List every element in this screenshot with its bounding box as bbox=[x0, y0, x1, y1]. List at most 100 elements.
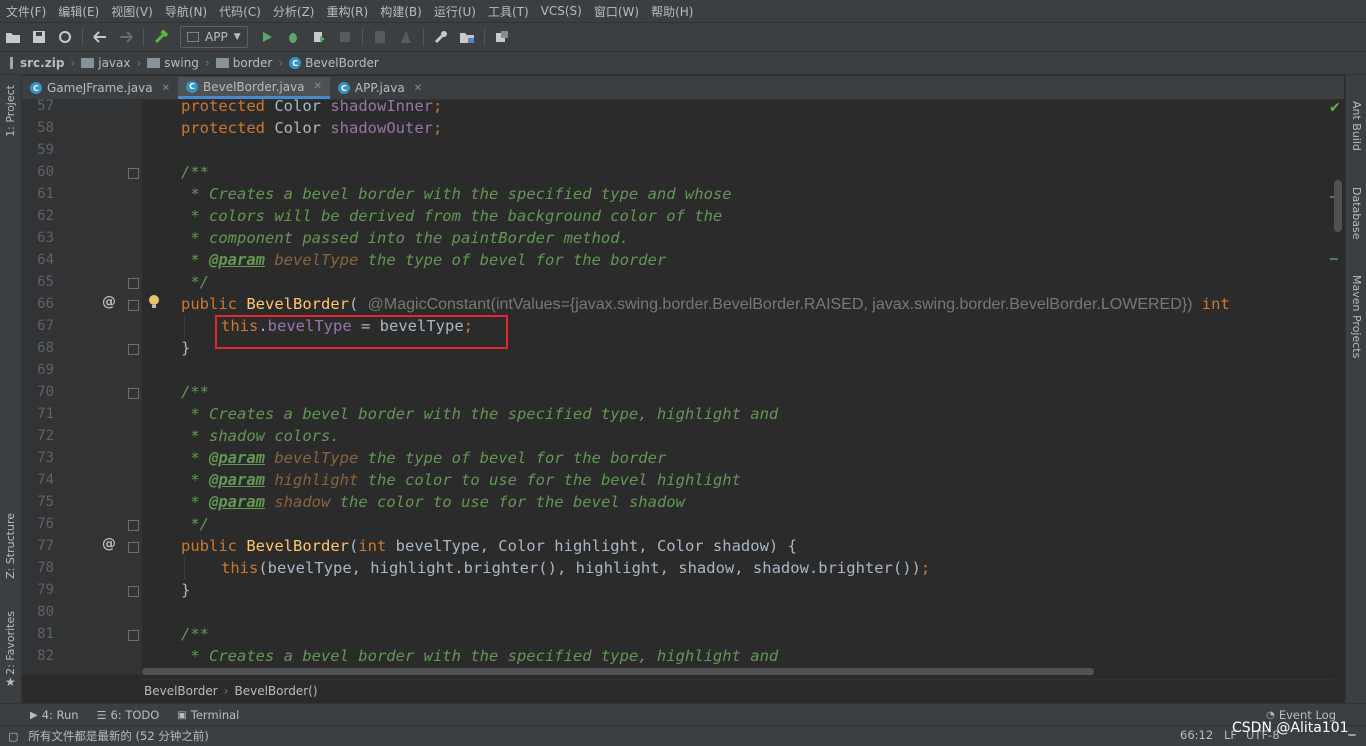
structure-tool-button[interactable]: Z: Structure bbox=[4, 513, 17, 579]
change-marker bbox=[1330, 258, 1338, 260]
debug-bug-icon[interactable] bbox=[282, 26, 304, 48]
override-marker-icon[interactable]: @ bbox=[102, 536, 116, 552]
menu-help[interactable]: 帮助(H) bbox=[645, 3, 699, 20]
token: ; bbox=[920, 559, 931, 577]
fold-marker[interactable] bbox=[128, 168, 139, 179]
line-number: 73 bbox=[37, 450, 54, 466]
folder-icon bbox=[215, 58, 229, 68]
menu-build[interactable]: 构建(B) bbox=[374, 3, 428, 20]
nav-item-bevelborder[interactable]: C BevelBorder bbox=[285, 56, 383, 70]
project-structure-icon[interactable] bbox=[369, 26, 391, 48]
menu-run[interactable]: 运行(U) bbox=[428, 3, 482, 20]
fold-marker[interactable] bbox=[128, 586, 139, 597]
menu-vcs[interactable]: VCS(S) bbox=[535, 4, 588, 18]
menu-bar: 文件(F) 编辑(E) 视图(V) 导航(N) 代码(C) 分析(Z) 重构(R… bbox=[0, 0, 1366, 23]
indent-guide bbox=[184, 557, 185, 579]
token: the type of bevel for the border bbox=[358, 449, 667, 467]
menu-navigate[interactable]: 导航(N) bbox=[159, 3, 213, 20]
terminal-tool-button[interactable]: ▣ Terminal bbox=[168, 708, 248, 722]
close-icon[interactable]: ✕ bbox=[314, 81, 322, 92]
token: @param bbox=[209, 251, 265, 269]
vcs-icon[interactable] bbox=[491, 26, 513, 48]
vertical-scrollbar[interactable] bbox=[1334, 180, 1342, 232]
favorites-tool-button[interactable]: 2: Favorites bbox=[4, 611, 17, 675]
fold-marker[interactable] bbox=[128, 344, 139, 355]
close-icon[interactable]: ✕ bbox=[162, 83, 170, 94]
run-configuration-select[interactable]: APP ▼ bbox=[180, 26, 248, 48]
nav-item-border[interactable]: border bbox=[212, 56, 277, 70]
line-number: 64 bbox=[37, 252, 54, 268]
nav-item-javax[interactable]: javax bbox=[77, 56, 134, 70]
fold-marker[interactable] bbox=[128, 388, 139, 399]
database-tool-button[interactable]: Database bbox=[1350, 187, 1363, 240]
status-bar: ▢ 所有文件都是最新的 (52 分钟之前) 66:12 LF UTF-8 CSD… bbox=[0, 720, 1366, 746]
token: BevelBorder bbox=[246, 537, 349, 555]
navigation-bar: src.zip › javax › swing › border › C Beve… bbox=[0, 52, 1366, 75]
horizontal-scrollbar[interactable] bbox=[142, 668, 1094, 675]
token: ; bbox=[432, 97, 443, 115]
project-tool-button[interactable]: 1: Project bbox=[4, 85, 17, 137]
token: @param bbox=[209, 471, 265, 489]
sdk-icon[interactable] bbox=[395, 26, 417, 48]
layout-toggle-icon[interactable]: ▢ bbox=[0, 730, 18, 743]
fold-marker[interactable] bbox=[128, 520, 139, 531]
line-number: 59 bbox=[37, 142, 54, 158]
code-breadcrumb: BevelBorder › BevelBorder() bbox=[142, 679, 1335, 702]
fold-marker[interactable] bbox=[128, 630, 139, 641]
caret-position[interactable]: 66:12 bbox=[1180, 728, 1213, 742]
code-line-64: * @param bevelType the type of bevel for… bbox=[181, 249, 666, 271]
close-icon[interactable]: ✕ bbox=[414, 83, 422, 94]
fold-marker[interactable] bbox=[128, 542, 139, 553]
fold-marker[interactable] bbox=[128, 300, 139, 311]
chevron-right-icon: › bbox=[70, 56, 76, 70]
token: the type of bevel for the border bbox=[358, 251, 667, 269]
inlay-hint: @MagicConstant(intValues={javax.swing.bo… bbox=[367, 296, 1193, 313]
run-icon[interactable] bbox=[256, 26, 278, 48]
code-line-62: * colors will be derived from the backgr… bbox=[181, 207, 723, 225]
line-number: 70 bbox=[37, 384, 54, 400]
nav-item-swing[interactable]: swing bbox=[143, 56, 203, 70]
menu-analyze[interactable]: 分析(Z) bbox=[267, 3, 321, 20]
run-tool-button[interactable]: ▶ 4: Run bbox=[0, 708, 88, 722]
menu-refactor[interactable]: 重构(R) bbox=[321, 3, 375, 20]
code-line-63: * component passed into the paintBorder … bbox=[181, 229, 629, 247]
menu-tools[interactable]: 工具(T) bbox=[482, 3, 535, 20]
forward-arrow-icon[interactable] bbox=[115, 26, 137, 48]
class-icon: C bbox=[289, 57, 302, 69]
breadcrumb-method[interactable]: BevelBorder() bbox=[230, 684, 321, 698]
menu-file[interactable]: 文件(F) bbox=[0, 3, 52, 20]
coverage-icon[interactable] bbox=[308, 26, 330, 48]
settings-wrench-icon[interactable] bbox=[430, 26, 452, 48]
toolbar-divider bbox=[82, 28, 83, 46]
todo-tool-button[interactable]: ☰ 6: TODO bbox=[88, 708, 169, 722]
lightbulb-icon[interactable] bbox=[148, 294, 160, 313]
nav-item-src-zip[interactable]: src.zip bbox=[0, 56, 68, 70]
tab-label: BevelBorder.java bbox=[203, 79, 305, 94]
left-tool-stripe: 1: Project Z: Structure 2: Favorites ★ bbox=[0, 75, 22, 725]
line-number: 75 bbox=[37, 494, 54, 510]
menu-edit[interactable]: 编辑(E) bbox=[52, 3, 105, 20]
stop-icon[interactable] bbox=[334, 26, 356, 48]
save-icon[interactable] bbox=[28, 26, 50, 48]
main-toolbar: APP ▼ bbox=[0, 23, 1366, 52]
maven-projects-tool-button[interactable]: Maven Projects bbox=[1350, 275, 1363, 358]
toolbar-divider bbox=[422, 28, 424, 46]
menu-view[interactable]: 视图(V) bbox=[105, 3, 159, 20]
token: * bbox=[181, 471, 209, 489]
nav-item-label: src.zip bbox=[20, 56, 65, 70]
build-hammer-icon[interactable] bbox=[150, 26, 172, 48]
fold-marker[interactable] bbox=[128, 278, 139, 289]
play-icon: ▶ bbox=[30, 709, 38, 721]
menu-code[interactable]: 代码(C) bbox=[213, 3, 267, 20]
back-arrow-icon[interactable] bbox=[89, 26, 111, 48]
ant-build-tool-button[interactable]: Ant Build bbox=[1350, 101, 1363, 151]
project-structure-folder-icon[interactable] bbox=[456, 26, 478, 48]
check-icon: ✔ bbox=[1329, 100, 1341, 116]
sync-icon[interactable] bbox=[54, 26, 76, 48]
override-marker-icon[interactable]: @ bbox=[102, 294, 116, 310]
menu-window[interactable]: 窗口(W) bbox=[588, 3, 645, 20]
breadcrumb-class[interactable]: BevelBorder bbox=[142, 684, 222, 698]
open-folder-icon[interactable] bbox=[2, 26, 24, 48]
